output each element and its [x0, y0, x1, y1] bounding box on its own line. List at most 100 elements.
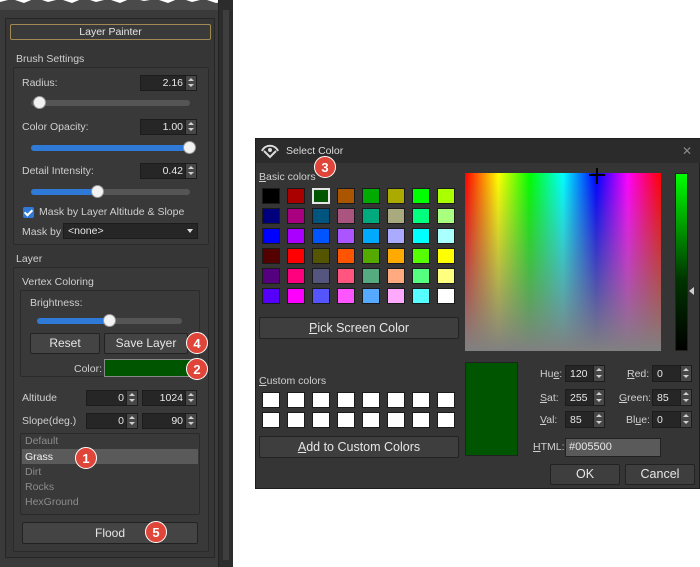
custom-color-swatch[interactable]: [362, 392, 380, 408]
sat-stepper-icon[interactable]: [593, 390, 604, 405]
custom-color-swatch[interactable]: [262, 412, 280, 428]
basic-color-swatch[interactable]: [387, 248, 405, 264]
add-to-custom-colors-button[interactable]: Add to Custom Colors: [259, 436, 459, 458]
layer-list-item[interactable]: Rocks: [25, 481, 54, 493]
mask-checkbox[interactable]: [23, 207, 34, 218]
basic-color-swatch[interactable]: [362, 248, 380, 264]
basic-color-swatch[interactable]: [412, 248, 430, 264]
basic-color-swatch[interactable]: [437, 288, 455, 304]
layer-list-item-selected[interactable]: Grass: [25, 451, 53, 463]
mask-by-dropdown[interactable]: <none>: [63, 223, 198, 239]
color-opacity-slider-knob[interactable]: [183, 141, 196, 154]
basic-color-swatch[interactable]: [412, 208, 430, 224]
basic-color-swatch[interactable]: [262, 248, 280, 264]
color-swatch-button[interactable]: [104, 359, 198, 377]
custom-color-swatch[interactable]: [337, 412, 355, 428]
sat-spinbox[interactable]: 255: [565, 389, 605, 406]
blue-spinbox[interactable]: 0: [652, 411, 692, 428]
custom-color-swatch[interactable]: [412, 412, 430, 428]
ok-button[interactable]: OK: [550, 464, 620, 485]
color-opacity-spinbox[interactable]: 1.00: [140, 119, 197, 135]
color-spectrum[interactable]: [465, 173, 661, 351]
basic-color-swatch[interactable]: [387, 208, 405, 224]
detail-intensity-slider-knob[interactable]: [91, 185, 104, 198]
basic-color-swatch[interactable]: [312, 268, 330, 284]
value-slider[interactable]: [675, 173, 688, 351]
basic-color-swatch[interactable]: [337, 288, 355, 304]
val-spinbox[interactable]: 85: [565, 411, 605, 428]
basic-color-swatch[interactable]: [262, 228, 280, 244]
custom-color-swatch[interactable]: [287, 412, 305, 428]
blue-stepper-icon[interactable]: [680, 412, 691, 427]
basic-color-swatch[interactable]: [262, 288, 280, 304]
hue-spinbox[interactable]: 120: [565, 365, 605, 382]
basic-color-swatch[interactable]: [312, 248, 330, 264]
basic-color-swatch[interactable]: [412, 188, 430, 204]
basic-color-swatch[interactable]: [387, 188, 405, 204]
custom-color-swatch[interactable]: [412, 392, 430, 408]
custom-color-swatch[interactable]: [437, 392, 455, 408]
basic-color-swatch[interactable]: [412, 268, 430, 284]
value-pointer-icon[interactable]: [689, 287, 694, 295]
save-layer-button[interactable]: Save Layer: [104, 333, 188, 354]
basic-color-swatch[interactable]: [437, 228, 455, 244]
cancel-button[interactable]: Cancel: [625, 464, 695, 485]
basic-color-swatch[interactable]: [312, 208, 330, 224]
basic-color-swatch[interactable]: [362, 268, 380, 284]
custom-color-swatch[interactable]: [337, 392, 355, 408]
basic-color-swatch[interactable]: [337, 208, 355, 224]
altitude-min-spinbox[interactable]: 0: [86, 390, 138, 406]
basic-color-swatch[interactable]: [312, 228, 330, 244]
custom-color-swatch[interactable]: [387, 392, 405, 408]
brightness-slider-knob[interactable]: [103, 314, 116, 327]
basic-color-swatch[interactable]: [387, 268, 405, 284]
basic-color-swatch[interactable]: [412, 288, 430, 304]
red-stepper-icon[interactable]: [680, 366, 691, 381]
altitude-max-stepper-icon[interactable]: [185, 391, 196, 405]
basic-color-swatch[interactable]: [337, 248, 355, 264]
val-stepper-icon[interactable]: [593, 412, 604, 427]
basic-color-swatch[interactable]: [337, 268, 355, 284]
basic-color-swatch[interactable]: [287, 228, 305, 244]
custom-color-swatch[interactable]: [362, 412, 380, 428]
altitude-min-stepper-icon[interactable]: [126, 391, 137, 405]
basic-color-swatch[interactable]: [362, 208, 380, 224]
radius-spinbox[interactable]: 2.16: [140, 75, 197, 91]
basic-color-swatch[interactable]: [312, 188, 330, 204]
basic-color-swatch[interactable]: [387, 228, 405, 244]
pick-screen-color-button[interactable]: Pick Screen Color: [259, 317, 459, 339]
basic-color-swatch[interactable]: [437, 268, 455, 284]
detail-intensity-slider[interactable]: [31, 185, 190, 198]
custom-color-swatch[interactable]: [437, 412, 455, 428]
basic-color-swatch[interactable]: [312, 288, 330, 304]
custom-color-swatch[interactable]: [312, 412, 330, 428]
custom-color-swatch[interactable]: [287, 392, 305, 408]
custom-color-swatch[interactable]: [312, 392, 330, 408]
slope-max-stepper-icon[interactable]: [185, 414, 196, 428]
slope-min-stepper-icon[interactable]: [126, 414, 137, 428]
basic-color-swatch[interactable]: [262, 208, 280, 224]
basic-color-swatch[interactable]: [262, 268, 280, 284]
color-opacity-stepper-icon[interactable]: [185, 120, 196, 134]
basic-color-swatch[interactable]: [387, 288, 405, 304]
radius-slider-knob[interactable]: [33, 96, 46, 109]
custom-color-swatch[interactable]: [387, 412, 405, 428]
flood-button[interactable]: Flood: [22, 522, 198, 544]
close-icon[interactable]: ✕: [682, 144, 692, 158]
basic-color-swatch[interactable]: [412, 228, 430, 244]
basic-color-swatch[interactable]: [437, 248, 455, 264]
basic-color-swatch[interactable]: [437, 188, 455, 204]
detail-intensity-stepper-icon[interactable]: [185, 164, 196, 178]
green-spinbox[interactable]: 85: [652, 389, 692, 406]
brightness-slider[interactable]: [37, 314, 182, 327]
basic-color-swatch[interactable]: [287, 188, 305, 204]
red-spinbox[interactable]: 0: [652, 365, 692, 382]
basic-color-swatch[interactable]: [337, 228, 355, 244]
panel-scrollbar[interactable]: [218, 0, 233, 567]
green-stepper-icon[interactable]: [680, 390, 691, 405]
color-opacity-slider[interactable]: [31, 141, 196, 154]
detail-intensity-spinbox[interactable]: 0.42: [140, 163, 197, 179]
html-input[interactable]: #005500: [565, 438, 661, 457]
radius-stepper-icon[interactable]: [185, 76, 196, 90]
radius-slider[interactable]: [31, 96, 190, 109]
